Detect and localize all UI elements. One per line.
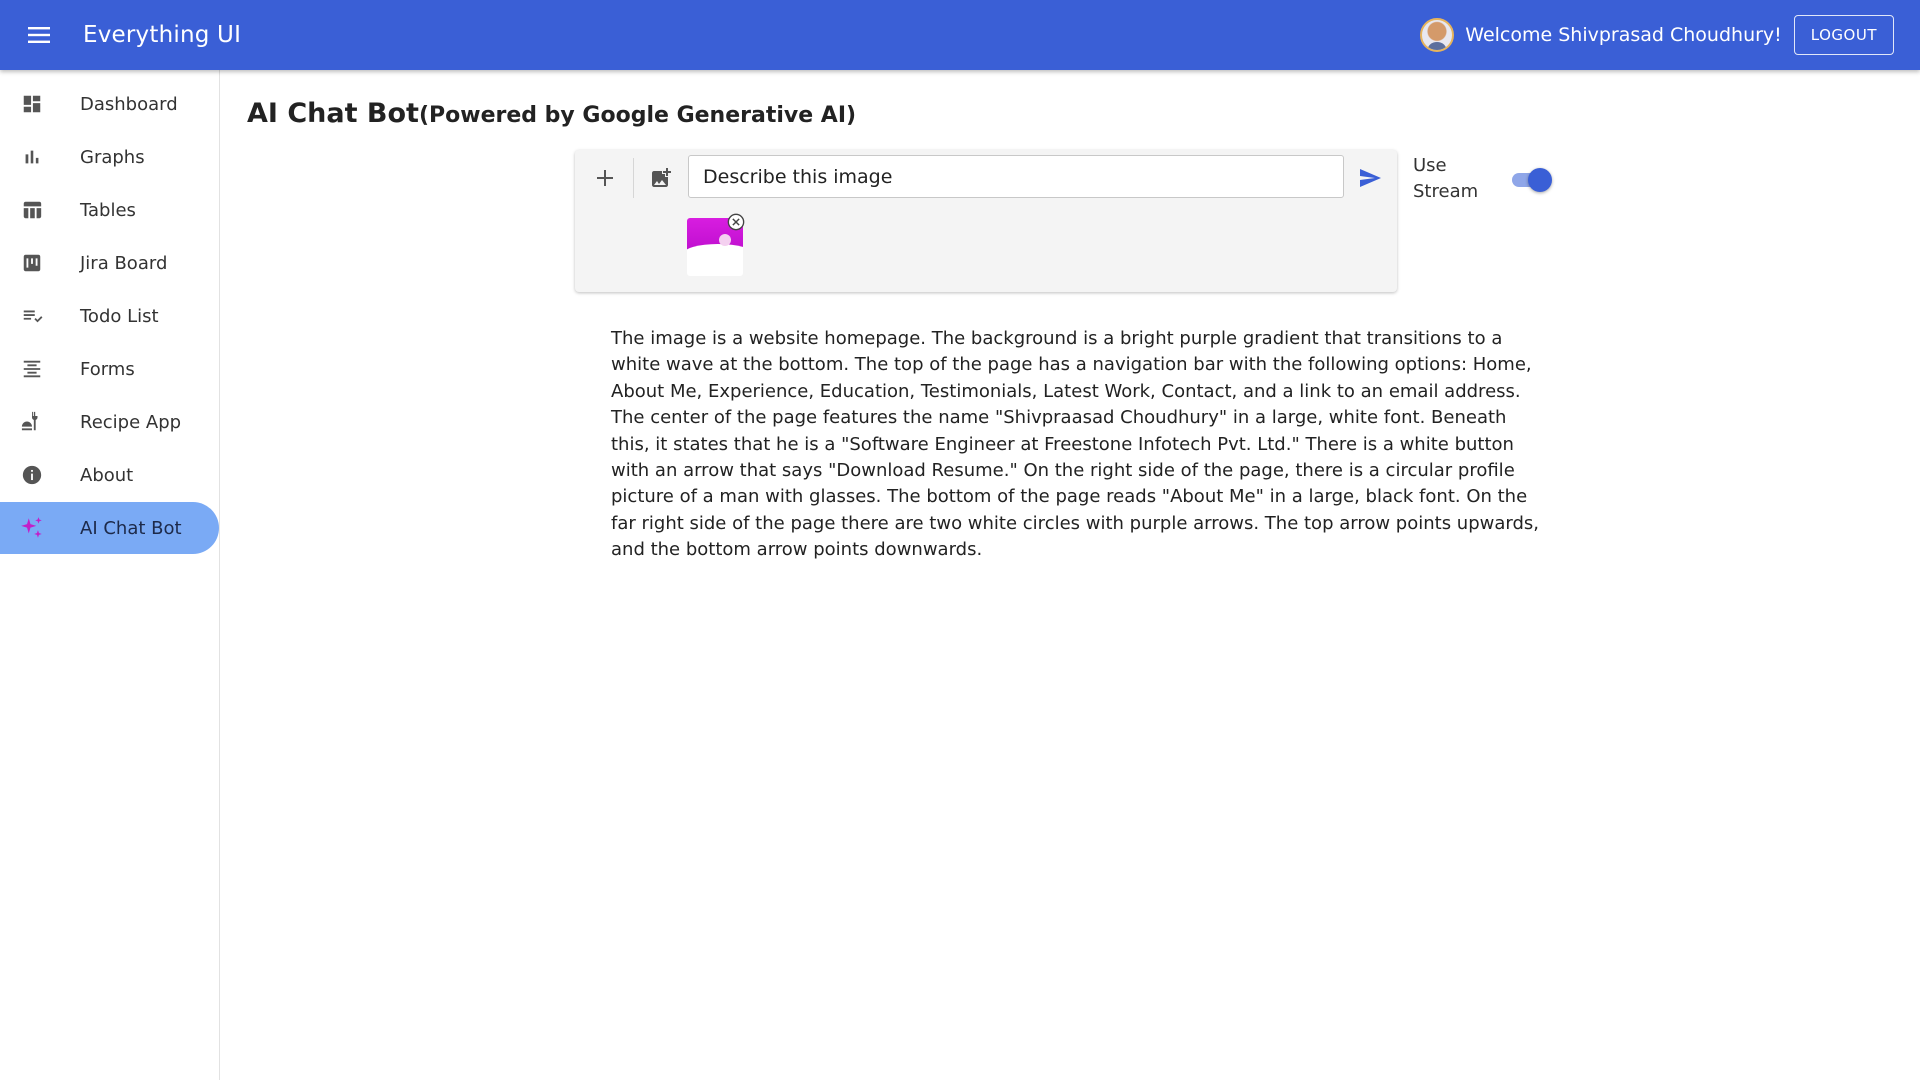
sparkle-icon xyxy=(19,515,45,541)
sidebar-item-recipe-app[interactable]: Recipe App xyxy=(0,396,219,448)
checklist-icon xyxy=(19,303,45,329)
sidebar-item-graphs[interactable]: Graphs xyxy=(0,131,219,183)
user-area: Welcome Shivprasad Choudhury! LOGOUT xyxy=(1420,15,1920,55)
sidebar-item-forms[interactable]: Forms xyxy=(0,343,219,395)
send-button[interactable] xyxy=(1353,162,1387,194)
hamburger-icon xyxy=(28,27,50,43)
page-title-main: AI Chat Bot xyxy=(247,98,419,129)
use-stream-toggle[interactable] xyxy=(1512,168,1552,192)
add-image-button[interactable] xyxy=(645,162,677,194)
sidebar-item-label: Dashboard xyxy=(80,93,178,115)
info-icon xyxy=(19,462,45,488)
divider xyxy=(633,158,634,198)
page-title: AI Chat Bot(Powered by Google Generative… xyxy=(247,98,856,129)
dashboard-icon xyxy=(19,91,45,117)
sidebar-item-label: Recipe App xyxy=(80,411,182,433)
sidebar-item-label: Todo List xyxy=(80,305,159,327)
chat-input-panel xyxy=(575,150,1397,292)
sidebar-item-dashboard[interactable]: Dashboard xyxy=(0,78,219,130)
welcome-text: Welcome Shivprasad Choudhury! xyxy=(1465,24,1782,46)
sidebar-item-jira-board[interactable]: Jira Board xyxy=(0,237,219,289)
app-title: Everything UI xyxy=(83,22,242,48)
avatar[interactable] xyxy=(1420,18,1455,52)
add-photo-icon xyxy=(652,168,671,187)
sidebar-item-todo-list[interactable]: Todo List xyxy=(0,290,219,342)
sidebar-item-ai-chat-bot[interactable]: AI Chat Bot xyxy=(0,502,219,554)
page-subtitle: (Powered by Google Generative AI) xyxy=(418,103,857,128)
remove-image-button[interactable] xyxy=(726,212,746,232)
table-icon xyxy=(19,197,45,223)
stream-label: Use Stream xyxy=(1413,155,1479,202)
food-icon xyxy=(19,409,45,435)
app-bar: Everything UI Welcome Shivprasad Choudhu… xyxy=(0,0,1920,70)
sidebar-item-label: AI Chat Bot xyxy=(80,517,182,539)
prompt-input[interactable] xyxy=(688,155,1344,198)
kanban-icon xyxy=(19,250,45,276)
sidebar: Dashboard Graphs Tables Jira Board Todo … xyxy=(0,70,220,1080)
menu-button[interactable] xyxy=(0,0,78,70)
sidebar-item-label: Graphs xyxy=(80,146,145,168)
add-button[interactable] xyxy=(589,162,621,194)
sidebar-item-label: Jira Board xyxy=(80,252,168,274)
sidebar-item-about[interactable]: About xyxy=(0,449,219,501)
ai-response-text: The image is a website homepage. The bac… xyxy=(611,328,1539,561)
toggle-knob xyxy=(1528,168,1552,192)
sidebar-item-label: Tables xyxy=(80,199,136,221)
sidebar-item-tables[interactable]: Tables xyxy=(0,184,219,236)
logout-button[interactable]: LOGOUT xyxy=(1793,15,1894,55)
sidebar-item-label: Forms xyxy=(80,358,135,380)
plus-icon xyxy=(597,170,613,186)
send-icon xyxy=(1360,169,1381,187)
close-circle-icon xyxy=(727,213,745,231)
align-center-icon xyxy=(19,356,45,382)
bar-chart-icon xyxy=(19,144,45,170)
sidebar-item-label: About xyxy=(80,464,134,486)
